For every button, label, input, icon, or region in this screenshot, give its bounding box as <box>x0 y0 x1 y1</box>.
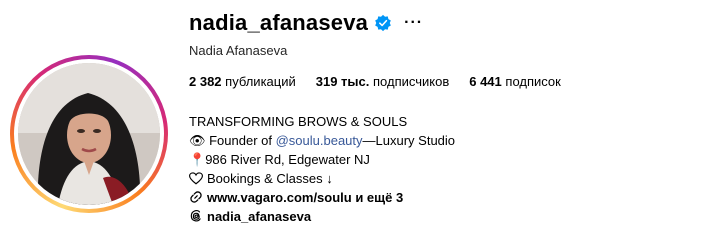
more-options-ellipsis-icon[interactable]: ··· <box>404 14 423 32</box>
bio-founder-prefix: 👁 Founder of <box>189 133 276 148</box>
full-name: Nadia Afanaseva <box>189 43 288 58</box>
bio-website-line: www.vagaro.com/soulu и ещё 3 <box>189 188 455 207</box>
bio-founder-suffix: —Luxury Studio <box>362 133 456 148</box>
avatar-ring-gap <box>14 59 164 209</box>
name-row: nadia_afanaseva ··· <box>189 10 423 36</box>
bio-headline: TRANSFORMING BROWS & SOULS <box>189 114 408 129</box>
avatar[interactable] <box>18 63 160 205</box>
profile-stats: 2 382 публикаций 319 тыс. подписчиков 6 … <box>189 74 581 89</box>
bio-address-line: 📍986 River Rd, Edgewater NJ <box>189 150 455 169</box>
link-icon <box>190 191 202 203</box>
verified-badge-icon <box>375 14 391 32</box>
heart-icon <box>189 172 203 185</box>
map-pin-icon: 📍 <box>189 152 206 167</box>
followers-count[interactable]: 319 тыс. подписчиков <box>316 74 449 89</box>
followers-label: подписчиков <box>373 74 450 89</box>
following-value: 6 441 <box>469 74 502 89</box>
threads-handle-link[interactable]: nadia_afanaseva <box>207 209 311 224</box>
avatar-story-ring[interactable] <box>10 55 168 213</box>
avatar-photo <box>18 63 160 205</box>
bio: TRANSFORMING BROWS & SOULS 👁 Founder of … <box>189 112 455 226</box>
followers-value: 319 тыс. <box>315 74 370 89</box>
username: nadia_afanaseva <box>189 10 369 35</box>
posts-count[interactable]: 2 382 публикаций <box>189 74 296 89</box>
bio-bookings: Bookings & Classes ↓ <box>207 171 333 186</box>
bio-founder-line: 👁 Founder of @soulu.beauty—Luxury Studio <box>189 131 455 150</box>
threads-icon <box>190 210 201 222</box>
bio-bookings-line: Bookings & Classes ↓ <box>189 169 455 188</box>
posts-label: публикаций <box>225 74 296 89</box>
bio-threads-line: nadia_afanaseva <box>189 207 455 226</box>
following-label: подписок <box>505 74 561 89</box>
bio-address: 986 River Rd, Edgewater NJ <box>205 152 370 167</box>
following-count[interactable]: 6 441 подписок <box>469 74 561 89</box>
posts-value: 2 382 <box>189 74 222 89</box>
website-link[interactable]: www.vagaro.com/soulu и ещё 3 <box>207 190 403 205</box>
founder-mention-link[interactable]: @soulu.beauty <box>276 133 363 148</box>
